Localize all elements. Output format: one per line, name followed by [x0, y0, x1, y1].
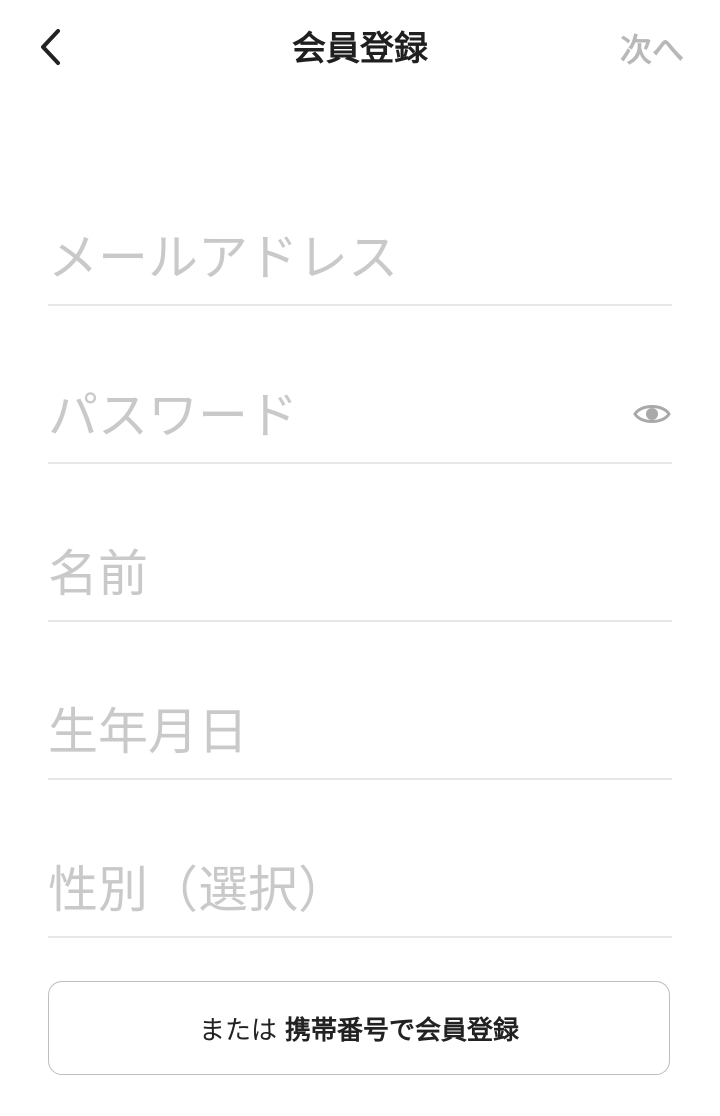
eye-icon [633, 405, 671, 423]
birthdate-field-row [48, 686, 672, 780]
password-visibility-toggle[interactable] [632, 400, 672, 428]
password-input[interactable] [48, 384, 608, 448]
name-input[interactable] [48, 542, 608, 606]
gender-select[interactable]: 性別（選択） [48, 858, 608, 922]
signup-screen: 会員登録 次へ 性別（選択） または 携帯番号で会員登録 [0, 0, 720, 1116]
password-field-row [48, 370, 672, 464]
page-title: 会員登録 [292, 29, 428, 69]
gender-field-row: 性別（選択） [48, 844, 672, 938]
next-button[interactable]: 次へ [620, 28, 684, 72]
email-field-row [48, 212, 672, 306]
header-bar: 会員登録 次へ [0, 0, 720, 96]
phone-register-prefix: または [198, 1015, 277, 1046]
chevron-left-icon [41, 29, 60, 65]
phone-register-button[interactable]: または 携帯番号で会員登録 [48, 981, 670, 1075]
email-input[interactable] [48, 226, 608, 290]
name-field-row [48, 528, 672, 622]
back-button[interactable] [28, 22, 72, 72]
phone-register-label: 携帯番号で会員登録 [285, 1015, 520, 1046]
birthdate-input[interactable] [48, 700, 608, 764]
